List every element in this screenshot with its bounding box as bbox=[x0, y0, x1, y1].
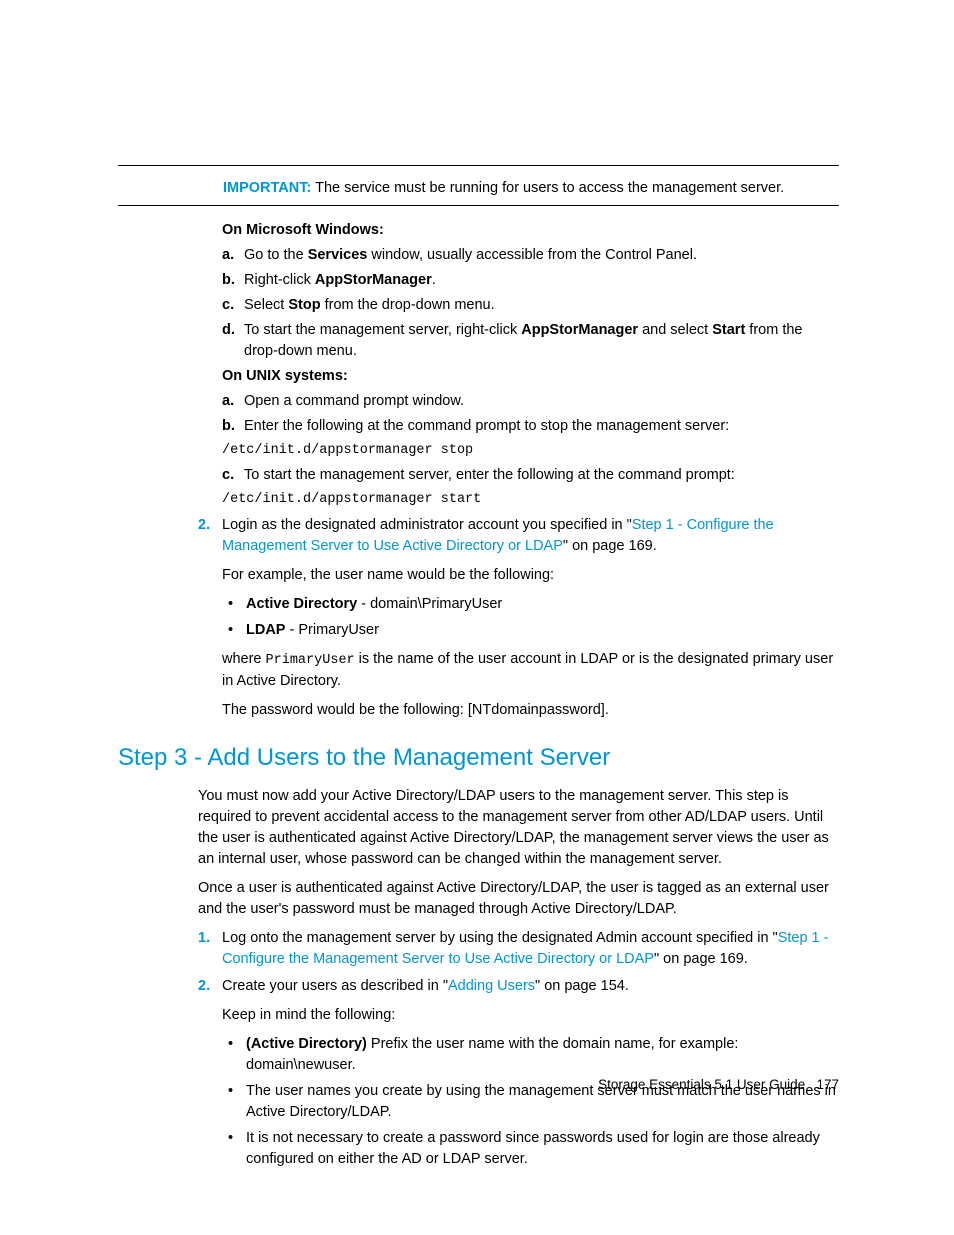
primaryuser-note: where PrimaryUser is the name of the use… bbox=[222, 649, 839, 692]
windows-step-a: a. Go to the Services window, usually ac… bbox=[222, 245, 839, 266]
bullet-ad: Active Directory - domain\PrimaryUser bbox=[228, 594, 839, 615]
windows-step-c: c. Select Stop from the drop-down menu. bbox=[222, 295, 839, 316]
password-note: The password would be the following: [NT… bbox=[222, 700, 839, 721]
heading-windows: On Microsoft Windows: bbox=[222, 220, 839, 241]
step3-item-1: 1. Log onto the management server by usi… bbox=[198, 928, 839, 970]
keep-in-mind: Keep in mind the following: bbox=[222, 1005, 839, 1026]
windows-steps: a. Go to the Services window, usually ac… bbox=[222, 245, 839, 362]
heading-step3: Step 3 - Add Users to the Management Ser… bbox=[118, 741, 839, 776]
admonition-label: IMPORTANT: bbox=[223, 180, 311, 196]
rule-top bbox=[118, 165, 839, 166]
unix-step-c: c. To start the management server, enter… bbox=[222, 465, 839, 486]
code-stop: /etc/init.d/appstormanager stop bbox=[222, 441, 839, 461]
main-step-2: 2. Login as the designated administrator… bbox=[198, 515, 839, 721]
admonition-important: IMPORTANT: The service must be running f… bbox=[223, 178, 839, 199]
bullet-ldap: LDAP - PrimaryUser bbox=[228, 620, 839, 641]
step3-list: 1. Log onto the management server by usi… bbox=[198, 928, 839, 1170]
page: IMPORTANT: The service must be running f… bbox=[0, 0, 954, 1235]
content-block: On Microsoft Windows: a. Go to the Servi… bbox=[198, 220, 839, 721]
step3-p1: You must now add your Active Directory/L… bbox=[198, 786, 839, 870]
unix-steps-2: c. To start the management server, enter… bbox=[222, 465, 839, 486]
unix-step-b: b. Enter the following at the command pr… bbox=[222, 416, 839, 437]
username-examples: Active Directory - domain\PrimaryUser LD… bbox=[222, 594, 839, 641]
footer-page: 177 bbox=[816, 1077, 839, 1092]
unix-step-a: a. Open a command prompt window. bbox=[222, 391, 839, 412]
step3-bullets: (Active Directory) Prefix the user name … bbox=[222, 1034, 839, 1170]
step3-item-2: 2. Create your users as described in "Ad… bbox=[198, 976, 839, 1170]
admonition-text: The service must be running for users to… bbox=[315, 180, 784, 196]
step3-content: You must now add your Active Directory/L… bbox=[198, 786, 839, 1170]
step3-bullet-3: It is not necessary to create a password… bbox=[228, 1128, 839, 1170]
unix-steps: a. Open a command prompt window. b. Ente… bbox=[222, 391, 839, 437]
page-footer: Storage Essentials 5.1 User Guide 177 bbox=[598, 1075, 839, 1095]
windows-step-d: d. To start the management server, right… bbox=[222, 320, 839, 362]
footer-title: Storage Essentials 5.1 User Guide bbox=[598, 1077, 805, 1092]
rule-bottom bbox=[118, 205, 839, 206]
example-intro: For example, the user name would be the … bbox=[222, 565, 839, 586]
main-steps: 2. Login as the designated administrator… bbox=[198, 515, 839, 721]
step3-bullet-1: (Active Directory) Prefix the user name … bbox=[228, 1034, 839, 1076]
windows-step-b: b. Right-click AppStorManager. bbox=[222, 270, 839, 291]
step3-p2: Once a user is authenticated against Act… bbox=[198, 878, 839, 920]
link-adding-users[interactable]: Adding Users bbox=[448, 978, 535, 994]
code-start: /etc/init.d/appstormanager start bbox=[222, 490, 839, 510]
heading-unix: On UNIX systems: bbox=[222, 366, 839, 387]
